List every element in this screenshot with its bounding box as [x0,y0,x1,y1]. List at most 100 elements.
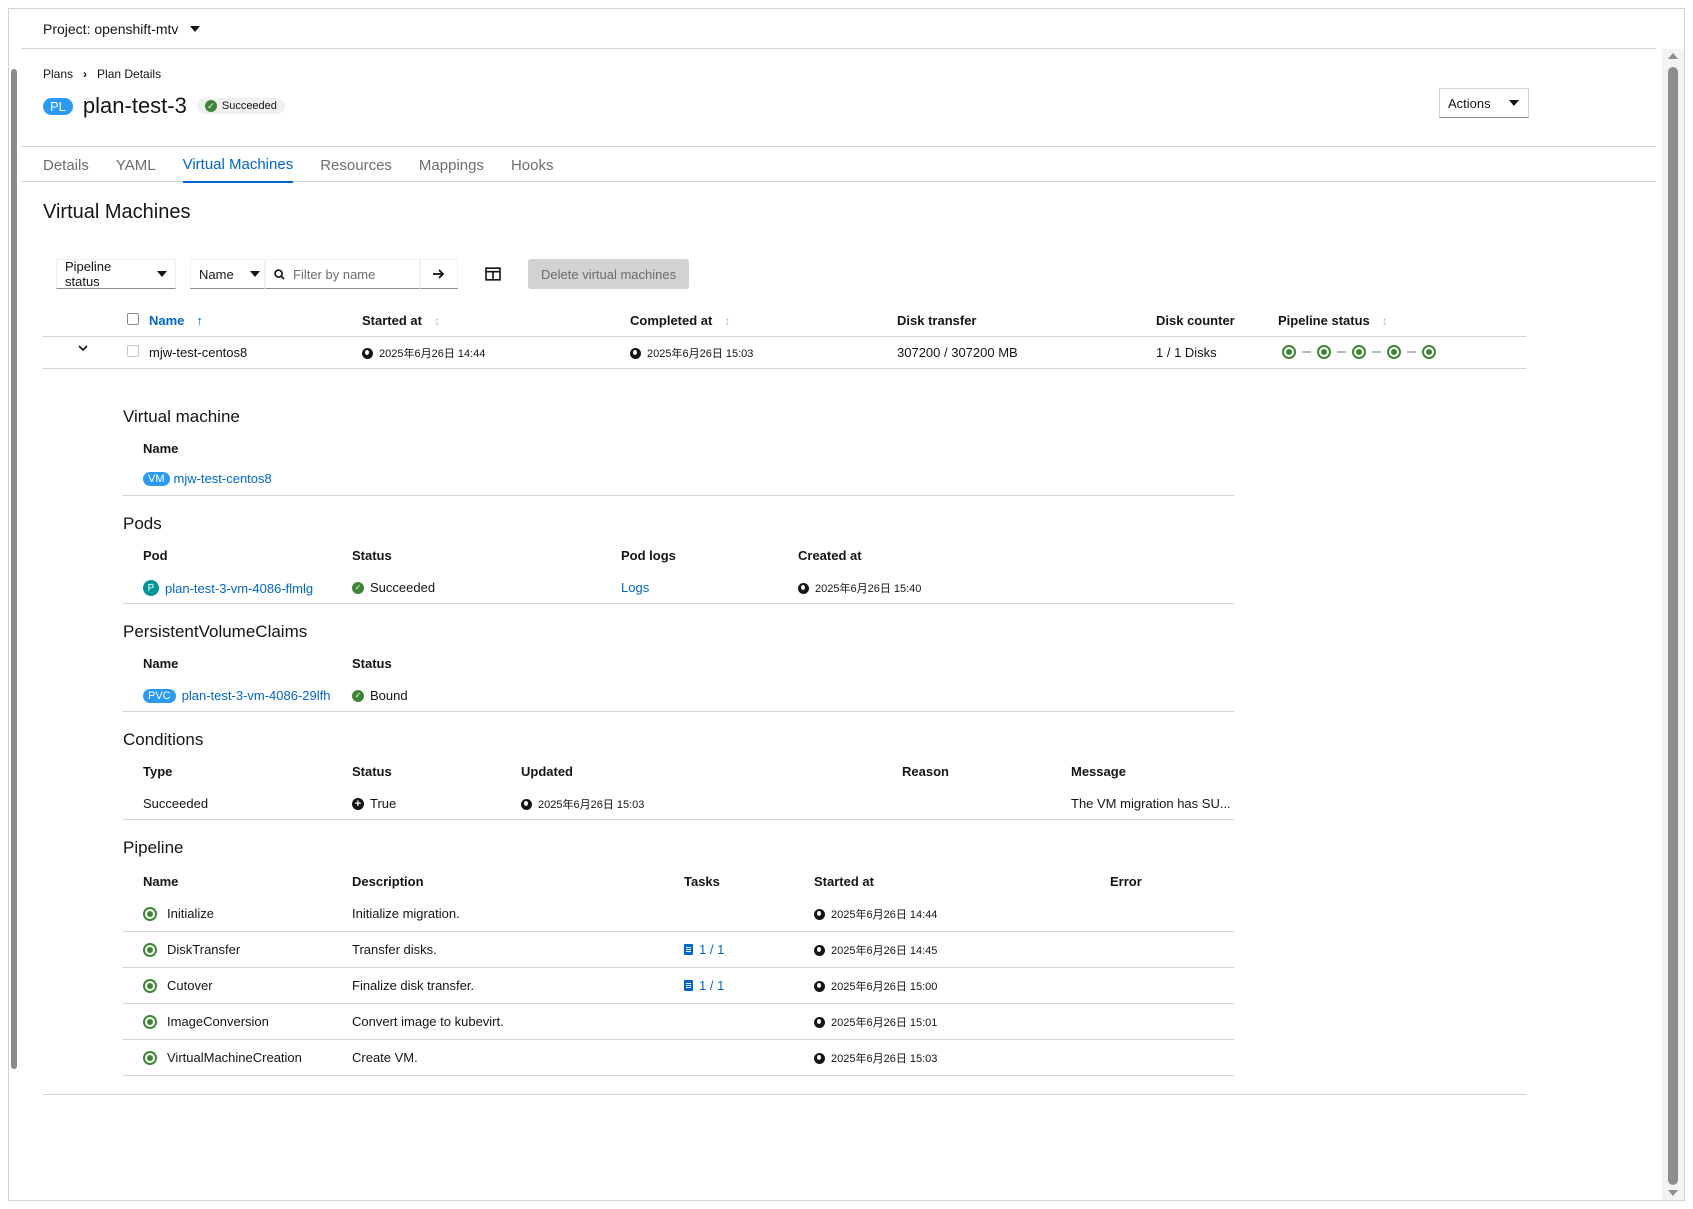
pipeline-step-description: Create VM. [352,1050,418,1065]
pipeline-step-name: ImageConversion [143,1014,269,1029]
pipeline-step-started: 2025年6月26日 14:45 [814,942,937,958]
column-completed-label: Completed at [630,313,713,328]
conditions-col-message: Message [1071,764,1126,779]
pipeline-status-indicator[interactable] [1282,345,1436,359]
vm-started-cell: 2025年6月26日 14:44 [362,345,485,361]
conditions-col-status: Status [352,764,392,779]
pipeline-step-icon [143,978,157,993]
breadcrumb-current: Plan Details [97,67,162,81]
pipeline-step-icon [1387,345,1401,359]
chevron-right-icon: › [83,67,88,81]
breadcrumb: Plans › Plan Details [43,67,161,81]
tab-mappings[interactable]: Mappings [419,147,484,183]
pod-link[interactable]: P plan-test-3-vm-4086-flmlg [143,580,313,596]
scroll-up-arrow-icon[interactable] [1668,53,1678,59]
conditions-table-header: Type Status Updated Reason Message [123,752,1234,786]
actions-dropdown[interactable]: Actions [1439,88,1529,118]
pvc-status-label: Bound [370,688,408,703]
column-pipeline-header[interactable]: Pipeline status ↕ [1278,313,1388,328]
column-completed-header[interactable]: Completed at ↕ [630,313,730,328]
globe-icon [814,980,825,992]
pvc-link[interactable]: PVC plan-test-3-vm-4086-29lfh [143,688,330,703]
globe-icon [814,944,825,956]
pods-heading: Pods [123,514,162,533]
vm-started-value: 2025年6月26日 14:44 [379,348,486,360]
row-checkbox[interactable] [127,345,139,357]
conditions-col-reason: Reason [902,764,949,779]
conditions-heading: Conditions [123,730,204,749]
name-filter-input[interactable]: Filter by name [265,259,420,289]
tab-yaml[interactable]: YAML [116,147,156,183]
column-name-header[interactable]: Name ↑ [149,313,203,328]
pipeline-started-value: 2025年6月26日 15:00 [831,981,938,993]
select-all-checkbox[interactable] [127,313,139,325]
pvcs-col-status: Status [352,656,392,671]
table-row[interactable]: mjw-test-centos8 2025年6月26日 14:44 2025年6… [43,337,1526,369]
apply-filter-button[interactable] [420,259,458,289]
pipeline-step-started: 2025年6月26日 15:00 [814,978,937,994]
manage-columns-icon[interactable] [483,267,503,281]
sort-icon: ↕ [433,313,440,328]
condition-message: The VM migration has SU... [1071,796,1231,811]
name-filter-placeholder: Filter by name [293,266,376,282]
pipeline-section: Pipeline Name Description Tasks Started … [123,820,1234,1080]
pvcs-section: PersistentVolumeClaims Name Status PVC p… [123,604,1234,712]
pipeline-step-icon [1282,345,1296,359]
pipeline-step-name: Initialize [143,906,214,921]
pods-col-pod: Pod [143,548,168,563]
pipeline-step-started: 2025年6月26日 14:44 [814,906,937,922]
table-row: Initialize Initialize migration. 2025年6月… [123,896,1234,932]
pipeline-step-started: 2025年6月26日 15:01 [814,1014,937,1030]
table-row: P plan-test-3-vm-4086-flmlg ✓ Succeeded … [123,570,1234,604]
globe-icon [814,1052,825,1064]
tab-bar: Details YAML Virtual Machines Resources … [21,146,1656,183]
search-icon [274,268,285,280]
table-row: Succeeded + True 2025年6月26日 15:03 The VM… [123,786,1234,820]
arrow-right-icon [433,269,445,279]
pipeline-col-description: Description [352,874,424,889]
check-circle-icon: ✓ [352,689,364,702]
tab-details[interactable]: Details [43,147,89,183]
left-scrollbar[interactable] [11,69,17,1069]
delete-virtual-machines-button[interactable]: Delete virtual machines [528,259,690,289]
pod-logs-link[interactable]: Logs [621,580,649,595]
pipeline-started-value: 2025年6月26日 14:44 [831,909,938,921]
attribute-filter-select[interactable]: Name [190,259,265,289]
pvcs-table-header: Name Status [123,644,1234,678]
vm-link[interactable]: VM mjw-test-centos8 [143,471,272,486]
pipeline-col-started: Started at [814,874,874,889]
tab-virtual-machines[interactable]: Virtual Machines [182,147,294,183]
vm-details-expanded: Virtual machine Name VM mjw-test-centos8… [123,381,1234,1080]
caret-down-icon [190,25,201,32]
right-scrollbar-thumb[interactable] [1668,67,1678,1185]
column-started-header[interactable]: Started at ↕ [362,313,440,328]
table-row: DiskTransfer Transfer disks. 1 / 1 2025年… [123,932,1234,968]
project-selector[interactable]: Project: openshift-mtv [21,9,1656,49]
pipeline-status-filter[interactable]: Pipeline status [56,259,176,289]
check-circle-icon: ✓ [352,581,364,594]
vm-name-header: Name [143,441,179,456]
breadcrumb-plans-link[interactable]: Plans [43,67,73,81]
scroll-down-arrow-icon[interactable] [1668,1190,1678,1196]
globe-icon [630,347,641,359]
globe-icon [521,798,532,810]
disk-transfer-cell: 307200 / 307200 MB [897,345,1018,360]
pipeline-step-tasks-link[interactable]: 1 / 1 [684,942,724,957]
vm-link-label: mjw-test-centos8 [173,471,272,486]
pipeline-step-icon [143,1014,157,1029]
pvc-link-label: plan-test-3-vm-4086-29lfh [181,688,331,703]
globe-icon [814,1016,825,1028]
pipeline-started-value: 2025年6月26日 15:03 [831,1053,938,1065]
conditions-col-type: Type [143,764,173,779]
pipeline-step-label: DiskTransfer [167,942,241,957]
tab-hooks[interactable]: Hooks [511,147,554,183]
table-bottom-divider [43,1094,1526,1095]
pipeline-step-tasks-link[interactable]: 1 / 1 [684,978,724,993]
condition-updated: 2025年6月26日 15:03 [521,796,644,812]
pipeline-step-name: VirtualMachineCreation [143,1050,302,1065]
project-label: Project: openshift-mtv [43,20,179,37]
tab-resources[interactable]: Resources [320,147,392,183]
pods-table-header: Pod Status Pod logs Created at [123,536,1234,570]
expand-row-toggle[interactable] [78,345,88,352]
pipeline-status-filter-label: Pipeline status [65,259,112,289]
